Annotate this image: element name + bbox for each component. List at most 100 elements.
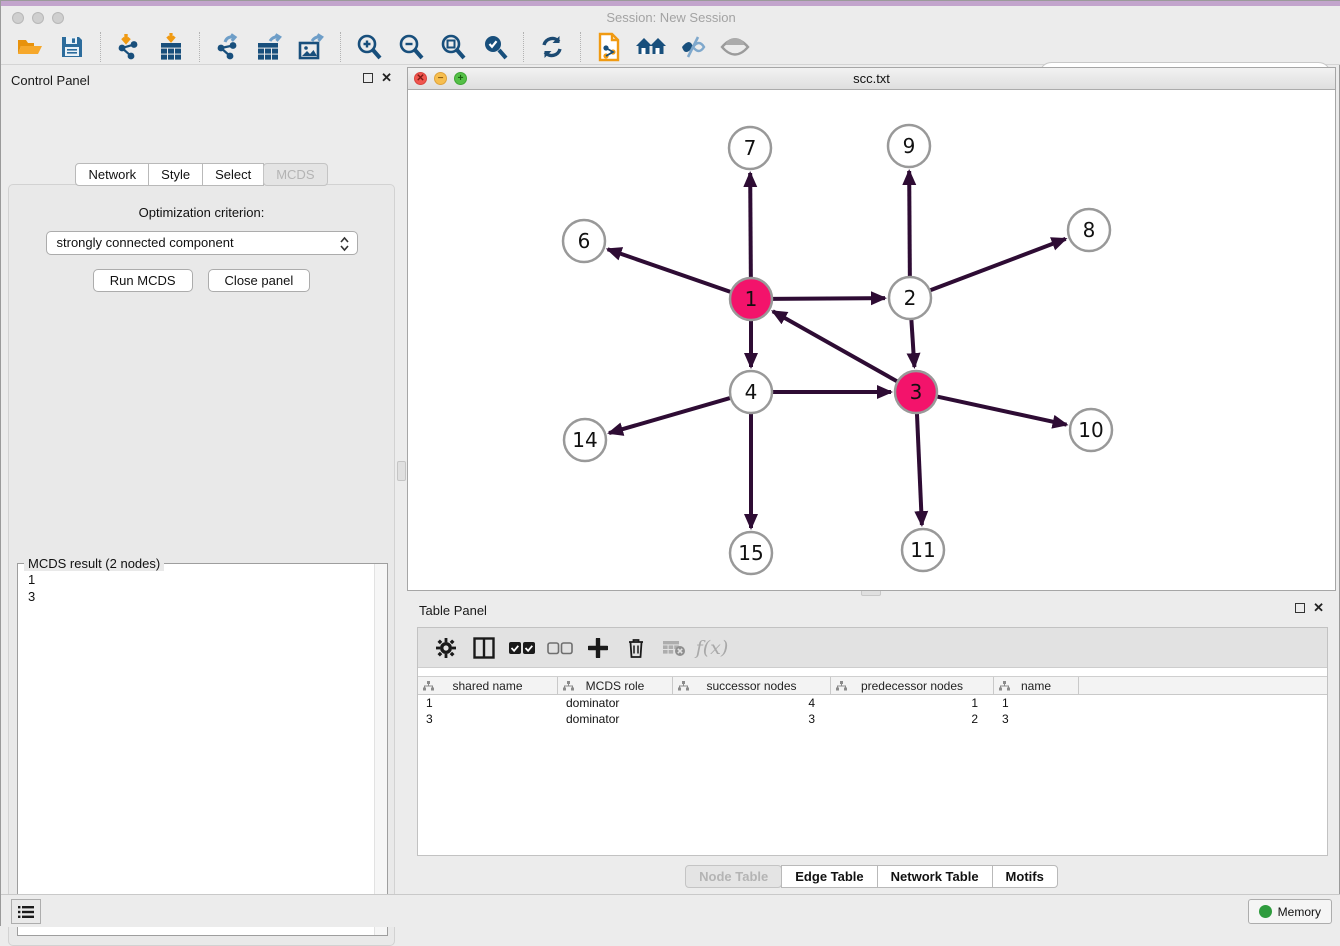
table-cell[interactable]: 2 [831, 711, 994, 727]
run-mcds-button[interactable]: Run MCDS [93, 269, 193, 292]
control-panel-titlebar: Control Panel ✕ [1, 67, 402, 93]
criterion-value: strongly connected component [57, 235, 234, 250]
delete-icon[interactable] [620, 633, 652, 663]
table-cell[interactable]: 3 [418, 711, 558, 727]
table-cell[interactable]: 3 [994, 711, 1079, 727]
node-table[interactable]: shared nameMCDS role successor nodes prede… [418, 676, 1327, 727]
node-label: 1 [745, 287, 758, 311]
column-header-successor-nodes[interactable]: successor nodes [673, 677, 831, 694]
column-label: successor nodes [706, 679, 796, 693]
node-3[interactable]: 3 [895, 371, 937, 413]
tab-select[interactable]: Select [202, 163, 264, 186]
table-cell[interactable]: 4 [673, 695, 831, 711]
criterion-dropdown[interactable]: strongly connected component [46, 231, 358, 255]
close-table-panel-icon[interactable]: ✕ [1313, 602, 1324, 614]
result-scrollbar[interactable] [374, 564, 387, 935]
edge-3-1[interactable] [773, 311, 898, 381]
export-table-icon[interactable] [253, 32, 287, 62]
refresh-layout-icon[interactable] [535, 32, 569, 62]
node-7[interactable]: 7 [729, 127, 771, 169]
tab-style[interactable]: Style [148, 163, 203, 186]
tab-node-table[interactable]: Node Table [685, 865, 782, 888]
node-label: 10 [1078, 418, 1103, 442]
mcds-result-title: MCDS result (2 nodes) [24, 556, 164, 571]
zoom-out-icon[interactable] [394, 32, 428, 62]
table-cell[interactable]: 1 [418, 695, 558, 711]
toolbar-separator [340, 32, 341, 62]
task-history-button[interactable] [11, 899, 41, 924]
control-panel: Control Panel ✕ NetworkStyleSelectMCDS O… [1, 67, 402, 894]
result-line: 3 [28, 588, 377, 605]
node-6[interactable]: 6 [563, 220, 605, 262]
edge-4-14[interactable] [609, 398, 731, 433]
edge-2-9[interactable] [909, 171, 910, 277]
export-network-icon[interactable] [211, 32, 245, 62]
zoom-selected-icon[interactable] [478, 32, 512, 62]
birds-eye-icon[interactable] [718, 32, 752, 62]
node-1[interactable]: 1 [730, 278, 772, 320]
import-network-icon[interactable] [112, 32, 146, 62]
node-9[interactable]: 9 [888, 125, 930, 167]
edge-1-7[interactable] [750, 173, 751, 278]
tab-network-table[interactable]: Network Table [877, 865, 993, 888]
float-panel-icon[interactable] [363, 73, 373, 83]
select-all-icon[interactable] [506, 633, 538, 663]
tab-mcds[interactable]: MCDS [263, 163, 327, 186]
gear-icon[interactable] [430, 633, 462, 663]
attribute-type-icon [563, 681, 574, 691]
edge-3-10[interactable] [937, 396, 1067, 424]
columns-icon[interactable] [468, 633, 500, 663]
optimization-criterion-label: Optimization criterion: [9, 205, 394, 220]
tab-network[interactable]: Network [75, 163, 149, 186]
close-panel-button[interactable]: Close panel [208, 269, 311, 292]
main-toolbar [1, 29, 1340, 65]
import-table-icon[interactable] [154, 32, 188, 62]
node-4[interactable]: 4 [730, 371, 772, 413]
node-14[interactable]: 14 [564, 419, 606, 461]
save-session-icon[interactable] [55, 32, 89, 62]
table-panel-tabs: Node TableEdge TableNetwork TableMotifs [407, 865, 1336, 888]
clone-network-icon[interactable] [592, 32, 626, 62]
node-15[interactable]: 15 [730, 532, 772, 574]
edge-1-2[interactable] [772, 298, 885, 299]
zoom-in-icon[interactable] [352, 32, 386, 62]
node-10[interactable]: 10 [1070, 409, 1112, 451]
deselect-all-icon[interactable] [544, 633, 576, 663]
edge-2-8[interactable] [930, 239, 1066, 291]
export-image-icon[interactable] [295, 32, 329, 62]
table-cell[interactable]: dominator [558, 711, 673, 727]
add-icon[interactable] [582, 633, 614, 663]
column-header-name[interactable]: name [994, 677, 1079, 694]
node-2[interactable]: 2 [889, 277, 931, 319]
float-table-panel-icon[interactable] [1295, 603, 1305, 613]
edge-2-3[interactable] [911, 319, 914, 367]
hide-details-icon[interactable] [676, 32, 710, 62]
table-cell[interactable]: dominator [558, 695, 673, 711]
column-header-shared-name[interactable]: shared name [418, 677, 558, 694]
vertical-splitter-grip[interactable] [397, 461, 406, 481]
memory-button[interactable]: Memory [1248, 899, 1332, 924]
table-row[interactable]: 1dominator411 [418, 695, 1327, 711]
tab-motifs[interactable]: Motifs [992, 865, 1058, 888]
table-cell[interactable]: 3 [673, 711, 831, 727]
edge-3-11[interactable] [917, 413, 922, 525]
column-header-MCDS-role[interactable]: MCDS role [558, 677, 673, 694]
network-canvas[interactable]: 7 9 6 8 1 2 4 3 14 10 15 11 [408, 90, 1335, 590]
list-icon [18, 905, 34, 919]
open-file-icon[interactable] [13, 32, 47, 62]
table-header-row: shared nameMCDS role successor nodes prede… [418, 676, 1327, 695]
node-8[interactable]: 8 [1068, 209, 1110, 251]
table-cell[interactable]: 1 [994, 695, 1079, 711]
table-cell[interactable]: 1 [831, 695, 994, 711]
table-row[interactable]: 3dominator323 [418, 711, 1327, 727]
close-panel-icon[interactable]: ✕ [381, 72, 392, 84]
zoom-fit-icon[interactable] [436, 32, 470, 62]
edge-1-6[interactable] [608, 249, 732, 292]
graph-svg: 7 9 6 8 1 2 4 3 14 10 15 11 [408, 90, 1335, 590]
home-icon[interactable] [634, 32, 668, 62]
column-header-predecessor-nodes[interactable]: predecessor nodes [831, 677, 994, 694]
node-label: 4 [745, 380, 758, 404]
node-11[interactable]: 11 [902, 529, 944, 571]
tab-edge-table[interactable]: Edge Table [781, 865, 877, 888]
column-label: predecessor nodes [861, 679, 963, 693]
